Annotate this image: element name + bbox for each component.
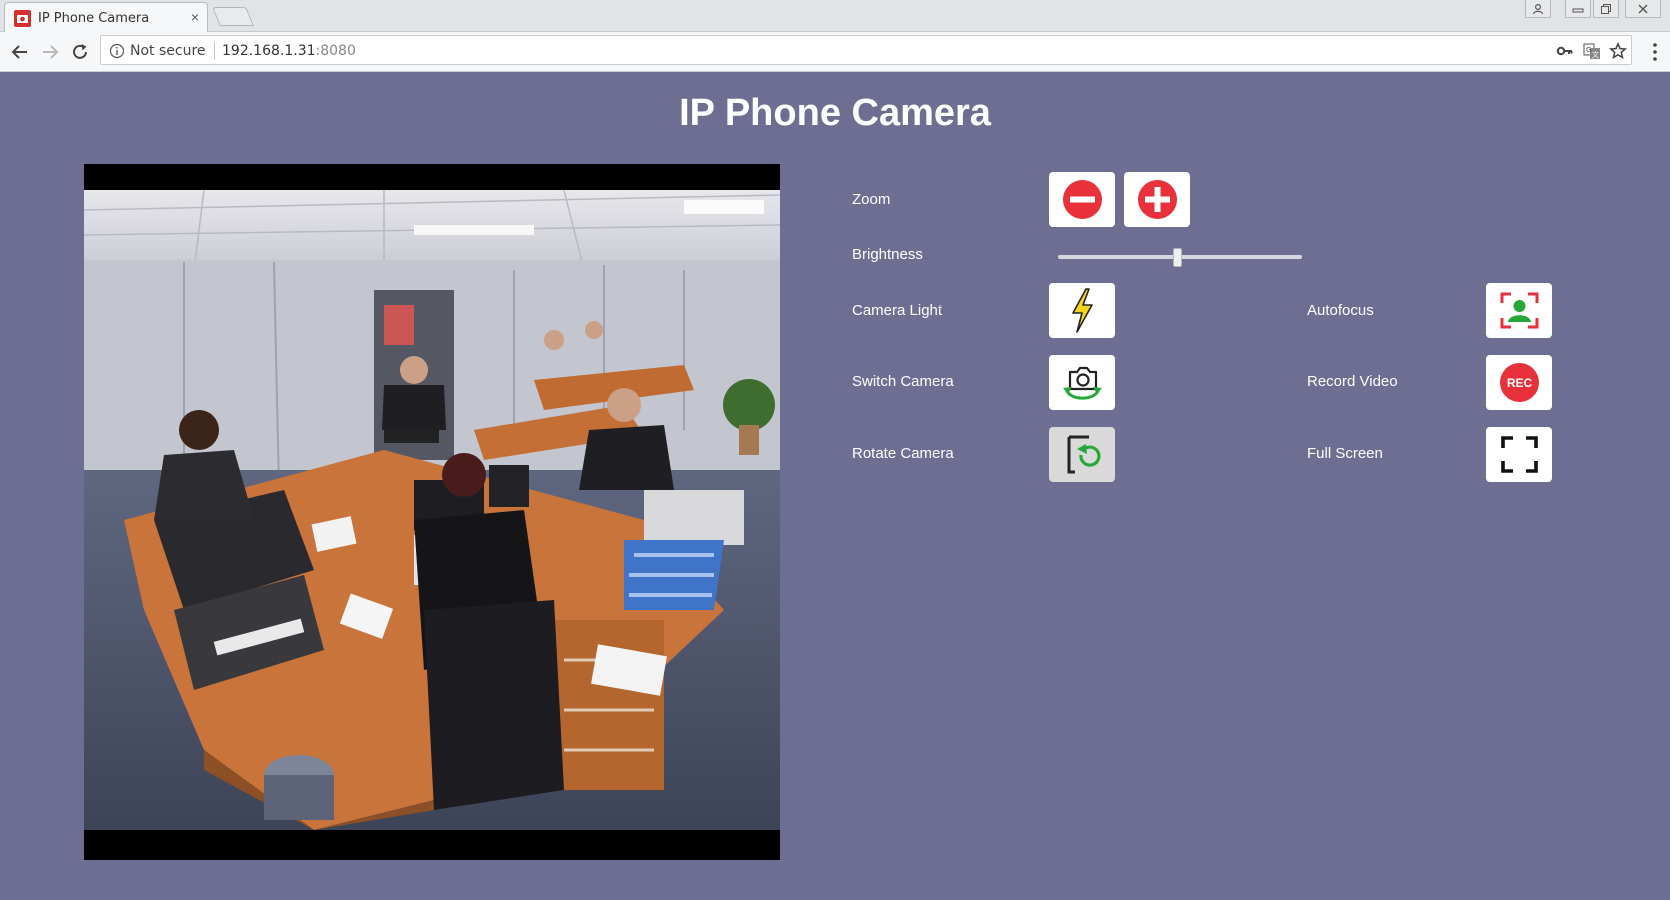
slider-thumb[interactable] [1173, 248, 1182, 267]
reload-icon[interactable] [69, 41, 91, 63]
tab-title: IP Phone Camera [38, 11, 150, 26]
brightness-slider[interactable] [1058, 248, 1302, 267]
page-title: IP Phone Camera [679, 92, 991, 134]
close-icon [1638, 4, 1648, 14]
address-bar[interactable]: Not secure 192.168.1.31:8080 文 G [100, 35, 1632, 65]
close-window-button[interactable] [1625, 0, 1661, 18]
autofocus-label: Autofocus [1307, 302, 1374, 319]
camera-light-button[interactable] [1049, 283, 1115, 338]
url-port: :8080 [315, 43, 356, 59]
switch-camera-label: Switch Camera [852, 373, 954, 390]
fullscreen-icon [1500, 436, 1538, 473]
new-tab-button[interactable] [212, 7, 254, 26]
browser-tab[interactable]: IP Phone Camera × [4, 2, 208, 33]
lightning-icon [1071, 288, 1093, 333]
url-host: 192.168.1.31 [222, 43, 316, 59]
security-status-label[interactable]: Not secure [130, 43, 206, 59]
minus-circle-icon [1062, 180, 1102, 219]
profile-button[interactable] [1525, 0, 1551, 18]
info-icon[interactable] [109, 43, 125, 59]
restore-icon [1601, 4, 1611, 14]
record-video-button[interactable]: REC [1486, 355, 1552, 410]
url-text[interactable]: 192.168.1.31:8080 [222, 43, 356, 59]
rotate-icon [1067, 435, 1100, 474]
url-divider [214, 42, 215, 60]
camera-light-label: Camera Light [852, 302, 943, 319]
rec-badge-text: REC [1506, 376, 1532, 390]
camera-video-stream[interactable] [84, 164, 780, 860]
minimize-button[interactable] [1565, 0, 1591, 18]
office-camera-feed-image [84, 190, 780, 830]
full-screen-button[interactable] [1486, 427, 1552, 482]
app-favicon-icon [14, 10, 31, 27]
focus-person-icon [1500, 292, 1538, 329]
camera-switch-icon [1062, 366, 1102, 400]
translate-icon[interactable]: 文 G [1583, 42, 1601, 60]
browser-tab-strip: IP Phone Camera × [0, 0, 1670, 33]
zoom-in-button[interactable] [1124, 172, 1190, 227]
rotate-camera-button[interactable] [1049, 427, 1115, 482]
key-icon[interactable] [1556, 42, 1574, 60]
back-arrow-icon[interactable] [9, 41, 31, 63]
rotate-camera-label: Rotate Camera [852, 445, 954, 462]
full-screen-label: Full Screen [1307, 445, 1383, 462]
browser-menu-icon[interactable] [1645, 41, 1665, 63]
svg-text:文: 文 [1592, 50, 1599, 59]
forward-arrow-icon[interactable] [39, 41, 61, 63]
bookmark-star-icon[interactable] [1609, 42, 1627, 60]
zoom-label: Zoom [852, 191, 891, 208]
tab-close-icon[interactable]: × [191, 9, 199, 25]
brightness-label: Brightness [852, 246, 923, 263]
svg-text:G: G [1586, 46, 1591, 54]
record-icon: REC [1499, 363, 1539, 402]
autofocus-button[interactable] [1486, 283, 1552, 338]
user-icon [1532, 3, 1544, 15]
minimize-icon [1572, 8, 1584, 13]
plus-circle-icon [1137, 180, 1177, 219]
browser-toolbar: Not secure 192.168.1.31:8080 文 G [0, 32, 1670, 72]
switch-camera-button[interactable] [1049, 355, 1115, 410]
zoom-out-button[interactable] [1049, 172, 1115, 227]
restore-button[interactable] [1593, 0, 1619, 18]
record-video-label: Record Video [1307, 373, 1398, 390]
